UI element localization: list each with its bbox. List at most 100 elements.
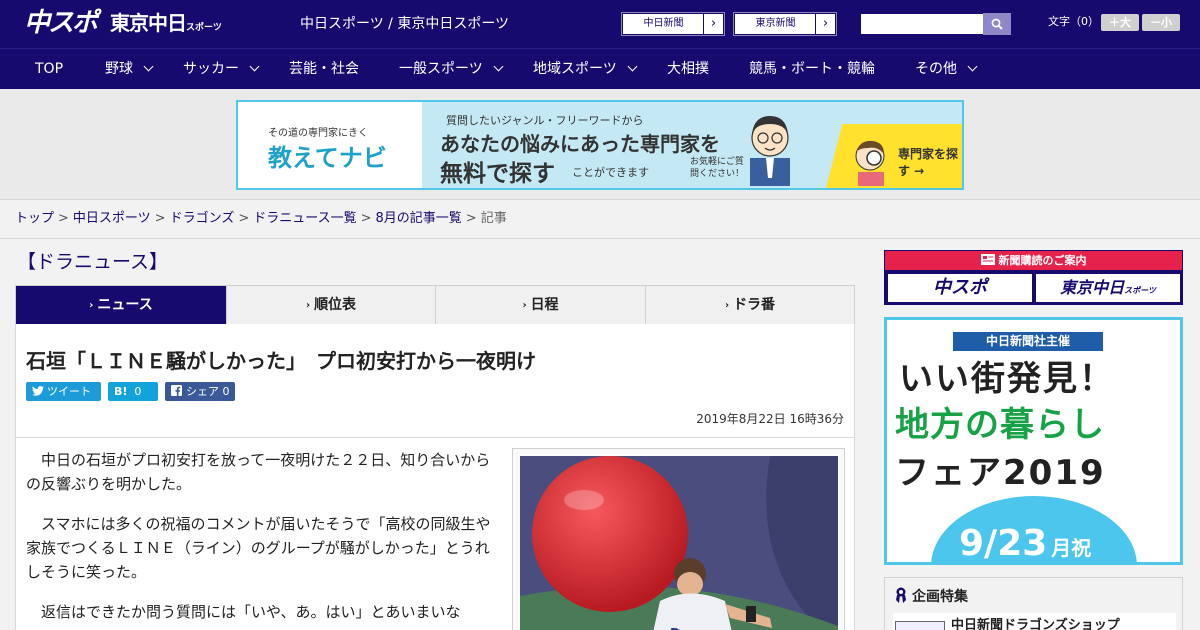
hatena-count: 0 <box>134 385 142 398</box>
tweet-label: ツイート <box>47 385 91 398</box>
chuspo-logo[interactable]: 中スポ <box>24 8 98 38</box>
breadcrumb-separator: > <box>58 211 69 226</box>
subscribe-tokyo-suffix: スポーツ <box>1124 286 1156 295</box>
article-paragraph: 返信はできたか問う質問には「いや、あ。はい」とあいまいな <box>41 603 461 621</box>
chevron-down-icon <box>627 61 638 72</box>
ad-line-3: 無料で探す <box>440 161 555 187</box>
ad-brand-name: 教えてナビ <box>268 144 387 172</box>
nav-item-local-sports[interactable]: 地域スポーツ <box>533 49 638 89</box>
nav-item-sumo[interactable]: 大相撲 <box>667 49 709 89</box>
tab-label: ドラ番 <box>733 297 776 313</box>
nav-item-top[interactable]: TOP <box>35 49 63 89</box>
breadcrumb-link-dragons[interactable]: ドラゴンズ <box>170 211 235 226</box>
article-photo[interactable]: D <box>520 456 838 630</box>
ad-brand-tagline: その道の専門家にきく <box>268 128 368 139</box>
tab-schedule[interactable]: › 日程 <box>436 286 646 324</box>
ad-line-2: あなたの悩みにあった専門家を <box>440 132 720 156</box>
main-nav: TOP 野球 サッカー 芸能・社会 一般スポーツ 地域スポーツ 大相撲 競馬・ボ… <box>0 48 1200 89</box>
chevron-down-icon <box>493 61 504 72</box>
search-icon <box>991 18 1003 30</box>
font-size-decrease-button[interactable]: －小 <box>1142 14 1180 31</box>
nav-item-label: TOP <box>35 61 64 77</box>
hatena-bookmark-icon: B! <box>114 385 128 398</box>
breadcrumb-link-top[interactable]: トップ <box>15 211 54 226</box>
tokyo-logo-suffix: スポーツ <box>186 23 222 33</box>
chevron-right-icon: › <box>522 300 527 311</box>
tweet-button[interactable]: ツイート <box>26 382 101 401</box>
tab-news[interactable]: › ニュース <box>16 286 227 324</box>
nav-item-label: 競馬・ボート・競輪 <box>749 61 875 77</box>
breadcrumb-link-august[interactable]: 8月の記事一覧 <box>376 211 462 226</box>
fair-title-line-3: フェア2019 <box>895 453 1106 493</box>
chevron-right-icon: › <box>89 300 94 311</box>
tab-label: 順位表 <box>314 297 357 313</box>
special-features-heading-text: 企画特集 <box>912 589 968 605</box>
fair-date: 9/23 月祝 <box>959 523 1091 564</box>
article-date: 2019年8月22日 16時36分 <box>696 412 844 426</box>
nav-item-label: 大相撲 <box>667 61 709 77</box>
subscribe-tokyo-chunichi-button[interactable]: 東京中日スポーツ <box>1036 274 1180 302</box>
fair-date-value: 9/23 <box>959 523 1048 564</box>
nav-item-general-sports[interactable]: 一般スポーツ <box>399 49 504 89</box>
facebook-count: 0 <box>222 385 230 398</box>
feature-item-dragons-shop[interactable]: 中日新聞ドラゴンズショップ <box>893 613 1176 630</box>
article-paragraph: 中日の石垣がプロ初安打を放って一夜明けた２２日、知り合いからの反響ぶりを明かした… <box>26 451 491 493</box>
article-headline: 石垣「ＬＩＮＥ騒がしかった」 プロ初安打から一夜明け <box>26 349 536 373</box>
chevron-right-icon: › <box>703 14 723 34</box>
chevron-down-icon <box>143 61 154 72</box>
subscribe-tokyo-label: 東京中日 <box>1060 278 1125 297</box>
tab-standings[interactable]: › 順位表 <box>227 286 436 324</box>
fair-title-line-1: いい街発見！ <box>899 359 1115 399</box>
facebook-share-label: シェア <box>186 385 219 398</box>
nav-item-label: 野球 <box>105 61 133 77</box>
chevron-right-icon: › <box>305 300 311 311</box>
feature-item-label: 中日新聞ドラゴンズショップ <box>951 618 1120 630</box>
nav-item-baseball[interactable]: 野球 <box>105 49 154 89</box>
breadcrumb-separator: > <box>238 211 250 226</box>
nav-item-label: サッカー <box>183 61 239 77</box>
breadcrumb: トップ > 中日スポーツ > ドラゴンズ > ドラニュース一覧 >8月の記事一覧 > 記事 <box>0 201 1200 239</box>
ad-area: その道の専門家にきく 教えてナビ 質問したいジャンル・フリーワードから あなたの… <box>0 89 1200 200</box>
fair-title-line-2: 地方の暮らし <box>895 405 1105 445</box>
search-input[interactable] <box>860 13 984 35</box>
tokyo-shimbun-label: 東京新聞 <box>755 18 796 29</box>
nav-item-soccer[interactable]: サッカー <box>183 49 260 89</box>
article-paragraph: スマホには多くの祝福のコメントが届いたそうで「高校の同級生や家族でつくるＬＩＮＥ… <box>26 515 491 581</box>
chunichi-shimbun-link[interactable]: 中日新聞 › <box>621 12 725 36</box>
breadcrumb-separator: > <box>154 211 166 226</box>
breadcrumb-separator: > <box>465 211 477 226</box>
chevron-down-icon <box>967 61 978 72</box>
tab-dora-ban[interactable]: › ドラ番 <box>646 286 854 324</box>
twitter-bird-icon <box>32 386 44 396</box>
breadcrumb-link-chunichi-sports[interactable]: 中日スポーツ <box>73 211 151 226</box>
nav-item-label: 一般スポーツ <box>399 61 483 77</box>
breadcrumb-link-dora-news[interactable]: ドラニュース一覧 <box>253 211 356 226</box>
magnifier-person-icon <box>855 140 885 186</box>
chevron-right-icon: › <box>815 14 835 34</box>
ad-cta-block: 専門家を探す → <box>826 102 962 188</box>
facebook-share-button[interactable]: シェア 0 <box>165 382 235 401</box>
chevron-right-icon: › <box>724 300 730 311</box>
tokyo-chunichi-logo[interactable]: 東京中日スポーツ <box>110 10 222 41</box>
chevron-down-icon <box>249 61 260 72</box>
nav-item-entertainment[interactable]: 芸能・社会 <box>289 49 359 89</box>
nav-item-racing[interactable]: 競馬・ボート・競輪 <box>749 49 875 89</box>
font-size-increase-button[interactable]: ＋大 <box>1101 14 1139 31</box>
breadcrumb-separator: > <box>360 211 372 226</box>
local-life-fair-ad[interactable]: 中日新聞社主催 いい街発見！ 地方の暮らし フェア2019 9/23 月祝 <box>884 317 1183 565</box>
nav-item-label: その他 <box>915 61 957 77</box>
tokyo-shimbun-link[interactable]: 東京新聞 › <box>733 12 837 36</box>
special-features-heading: 企画特集 <box>895 584 968 610</box>
nav-item-other[interactable]: その他 <box>915 49 978 89</box>
subscribe-chuspo-button[interactable]: 中スポ <box>888 274 1032 302</box>
top-header: 中スポ 東京中日スポーツ 中日スポーツ / 東京中日スポーツ 中日新聞 › 東京… <box>0 0 1200 48</box>
ad-cta-text: 専門家を探す → <box>898 147 959 178</box>
subscription-box: 新聞購読のご案内 中スポ 東京中日スポーツ <box>884 250 1183 305</box>
player-training-photo-icon: D <box>520 456 838 630</box>
oshiete-navi-ad-banner[interactable]: その道の専門家にきく 教えてナビ 質問したいジャンル・フリーワードから あなたの… <box>236 100 964 190</box>
site-name: 中日スポーツ / 東京中日スポーツ <box>300 16 510 32</box>
nav-item-label: 芸能・社会 <box>289 61 359 77</box>
subscription-heading: 新聞購読のご案内 <box>885 251 1182 270</box>
search-button[interactable] <box>983 13 1011 35</box>
hatena-bookmark-button[interactable]: B! 0 <box>108 382 158 401</box>
